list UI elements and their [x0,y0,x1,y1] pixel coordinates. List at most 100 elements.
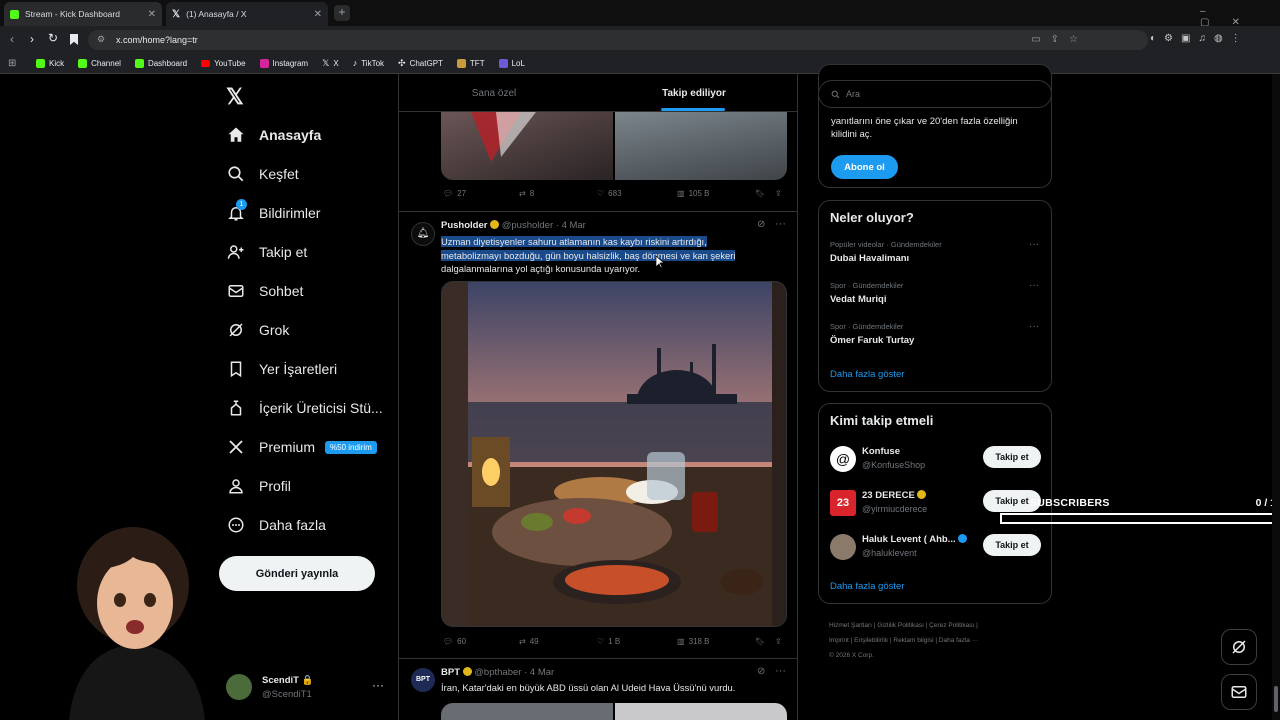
reply-button[interactable]: 💬︎ 60 [443,637,466,646]
suggestion-name: 23 DERECE [862,490,927,501]
bookmark-tft[interactable]: TFT [456,58,485,68]
follow-suggestion[interactable]: @ Konfuse @KonfuseShop Takip et [819,444,1051,478]
account-switcher[interactable]: ScendiT 🔒 @ScendiT1 ··· [226,670,396,704]
scrollbar[interactable] [1272,74,1280,720]
trend-item[interactable]: Spor · Gündemdekiler Vedat Muriqi ··· [819,280,1051,318]
bookmark-chatgpt[interactable]: ✣ ChatGPT [398,58,443,69]
bookmark-button[interactable]: 🔖︎ [755,637,765,646]
nav-label: Keşfet [259,166,299,182]
trend-item[interactable]: Spor · Gündemdekiler Ömer Faruk Turtay ·… [819,321,1051,359]
post-image[interactable] [615,703,787,720]
post-image[interactable] [615,112,787,180]
post-button[interactable]: Gönderi yayınla [219,556,375,591]
nav-item-home[interactable]: Anasayfa [227,126,321,144]
views-button[interactable]: ▥ 318 B [677,637,709,646]
author-handle[interactable]: @pusholder [502,220,553,231]
follow-suggestion[interactable]: Haluk Levent ( Ahb... @haluklevent Takip… [819,532,1051,566]
nav-item-profile[interactable]: Profil [227,477,291,495]
window-controls[interactable]: –▢✕ [1200,6,1280,28]
address-bar[interactable]: ⚙ x.com/home?lang=tr ▭⇪☆ [88,30,1148,50]
new-tab-button[interactable]: + [334,5,350,21]
grok-icon[interactable]: ⊘ [757,666,765,677]
bookmark-kick[interactable]: Kick [36,58,64,68]
bookmark-instagram[interactable]: Instagram [259,58,308,68]
author-name[interactable]: BPT [441,667,460,678]
post-text-line: Uzman diyetisyenler sahuru atlamanın kas… [441,236,707,247]
avatar[interactable]: BPT [411,668,435,692]
suggestion-handle: @haluklevent [862,548,917,558]
grok-float-button[interactable] [1221,629,1257,665]
omnibox-actions[interactable]: ▭⇪☆ [1031,34,1088,45]
bookmark-button[interactable]: 🔖︎ [755,189,765,198]
views-button[interactable]: ▥ 105 B [677,189,709,198]
share-button[interactable]: ⇪ [775,189,782,198]
who-show-more-link[interactable]: Daha fazla göster [830,581,904,592]
more-icon[interactable]: ··· [1029,239,1039,250]
tab-for-you[interactable]: Sana özel [399,74,589,112]
close-tab-icon[interactable]: ✕ [314,9,322,20]
bookmark-x[interactable]: 𝕏X [322,58,339,69]
bookmark-label: TFT [469,58,485,68]
bookmark-youtube[interactable]: YouTube [201,59,246,68]
tab-following[interactable]: Takip ediliyor [599,74,789,112]
bookmark-page-icon[interactable] [70,34,78,45]
x-logo-icon[interactable]: 𝕏 [226,84,244,110]
apps-grid-icon[interactable]: ⊞ [8,58,16,69]
post-date[interactable]: 4 Mar [562,220,586,231]
nav-item-premium[interactable]: Premium %50 indirim [227,438,377,456]
site-info-icon[interactable]: ⚙ [97,34,105,45]
nav-item-notifications[interactable]: Bildirimler 1 [227,199,320,222]
nav-item-creator-studio[interactable]: İçerik Üreticisi Stü... [227,399,383,417]
nav-item-more[interactable]: Daha fazla [227,516,326,534]
messages-float-button[interactable] [1221,674,1257,710]
like-button[interactable]: ♡ 1 B [597,637,620,646]
grok-icon[interactable]: ⊘ [757,219,765,230]
close-tab-icon[interactable]: ✕ [148,9,156,20]
nav-item-follow[interactable]: Takip et [227,243,307,261]
account-more-icon[interactable]: ··· [372,678,384,692]
subscribe-button[interactable]: Abone ol [831,155,898,179]
post-image[interactable] [441,112,613,180]
post-image[interactable] [441,281,787,627]
trend-item[interactable]: Popüler videolar · Gündemdekiler Dubai H… [819,239,1051,277]
more-icon[interactable]: ··· [775,218,786,230]
forward-icon[interactable]: › [30,32,34,46]
tab-x-home[interactable]: 𝕏 (1) Anasayfa / X ✕ [166,2,328,26]
more-icon[interactable]: ··· [1029,321,1039,332]
back-icon[interactable]: ‹ [10,32,14,46]
repost-button[interactable]: ⇄ 49 [519,637,539,646]
reply-button[interactable]: 💬︎ 27 [443,189,466,198]
search-box[interactable] [818,80,1052,108]
follow-button[interactable]: Takip et [983,534,1041,556]
nav-item-messages[interactable]: Sohbet [227,282,303,300]
avatar: @ [830,446,856,472]
trend-category: Spor · Gündemdekiler [830,281,904,290]
footer-line[interactable]: Imprint | Erişilebilirlik | Reklam bilgi… [829,633,1049,648]
post-date[interactable]: 4 Mar [530,667,554,678]
follow-button[interactable]: Takip et [983,446,1041,468]
more-icon[interactable]: ··· [1029,280,1039,291]
nav-item-explore[interactable]: Keşfet [227,165,299,183]
share-button[interactable]: ⇪ [775,637,782,646]
author-name[interactable]: Pusholder [441,220,487,231]
author-handle[interactable]: @bpthaber [474,667,521,678]
bookmark-lol[interactable]: LoL [498,58,525,68]
bookmark-channel[interactable]: Channel [78,58,121,68]
trends-show-more-link[interactable]: Daha fazla göster [830,369,904,380]
nav-item-grok[interactable]: Grok [227,321,289,339]
scrollbar-thumb[interactable] [1274,686,1278,712]
more-icon[interactable]: ··· [775,665,786,677]
footer-line[interactable]: Hizmet Şartları | Gizlilik Politikası | … [829,618,1049,633]
like-button[interactable]: ♡ 683 [597,189,622,198]
avatar[interactable]: 🔔︎ [411,222,435,246]
reload-icon[interactable]: ↻ [48,31,58,45]
bookmark-tiktok[interactable]: ♪ TikTok [353,58,384,68]
nav-label: Yer İşaretleri [259,361,338,377]
nav-item-bookmarks[interactable]: Yer İşaretleri [227,360,337,378]
tab-kick[interactable]: Stream - Kick Dashboard ✕ [4,2,162,26]
bookmark-dashboard[interactable]: Dashboard [134,58,187,68]
search-input[interactable] [846,89,1026,99]
post-image[interactable] [441,703,613,720]
extension-icons[interactable]: ◐⚙▣♫◍⋮ [1150,33,1260,44]
repost-button[interactable]: ⇄ 8 [519,189,534,198]
